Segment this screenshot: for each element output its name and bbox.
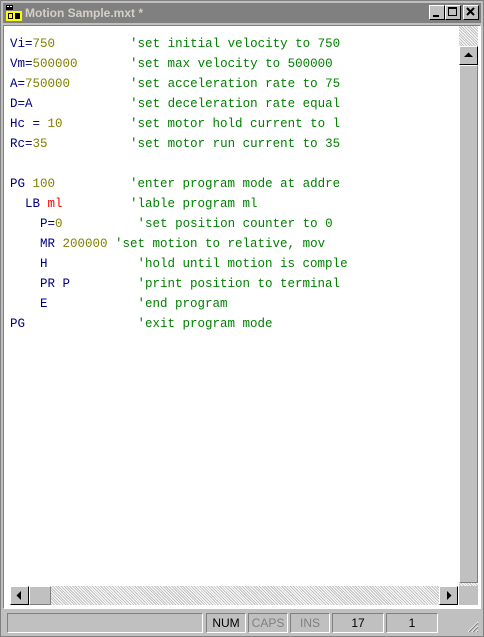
code-token-num: 35 [32, 137, 48, 151]
close-button[interactable] [463, 5, 479, 20]
num-lock-indicator: NUM [206, 613, 246, 633]
code-token-comment: 'set motor hold current to l [62, 117, 341, 131]
code-token-cmd: PG [10, 317, 26, 331]
line-number: 17 [332, 613, 384, 633]
editor-window: Motion Sample.mxt * Vi=750 'set initial … [0, 0, 484, 637]
arrow-up-icon [464, 52, 473, 57]
code-token-cmd: = [17, 77, 26, 91]
scroll-right-button[interactable] [439, 586, 458, 605]
code-token-comment: 'lable program ml [62, 197, 258, 211]
code-token-cmd: A [25, 97, 33, 111]
code-token-cmd: E [10, 297, 48, 311]
scroll-up-button[interactable] [459, 46, 478, 65]
code-token-comment: 'set acceleration rate to 75 [70, 77, 341, 91]
maximize-icon [448, 7, 457, 16]
code-token-comment: 'set motion to relative, mov [107, 237, 326, 251]
minimize-icon [433, 15, 439, 17]
code-line[interactable]: A=750000 'set acceleration rate to 75 [10, 74, 458, 94]
code-token-cmd: PR P [10, 277, 71, 291]
arrow-right-icon [447, 591, 452, 600]
scrollbar-corner [459, 586, 478, 605]
code-token-cmd: A [10, 77, 18, 91]
title-bar[interactable]: Motion Sample.mxt * [3, 3, 481, 23]
status-message-panel [7, 613, 203, 633]
code-token-cmd: PG [10, 177, 33, 191]
code-line[interactable]: PR P 'print position to terminal [10, 274, 458, 294]
code-line[interactable]: E 'end program [10, 294, 458, 314]
code-token-num: 500000 [32, 57, 78, 71]
code-line[interactable]: PG 'exit program mode [10, 314, 458, 334]
code-token-comment: 'set deceleration rate equal [32, 97, 341, 111]
horizontal-scroll-thumb[interactable] [29, 586, 51, 605]
code-token-comment: 'set motor run current to 35 [47, 137, 341, 151]
code-token-cmd: = [25, 137, 33, 151]
code-token-label: ml [47, 197, 63, 211]
code-line[interactable]: D=A 'set deceleration rate equal [10, 94, 458, 114]
code-token-comment: 'set initial velocity to 750 [55, 37, 341, 51]
code-token-cmd: = [17, 97, 26, 111]
code-token-cmd: P [10, 217, 48, 231]
code-line[interactable]: LB ml 'lable program ml [10, 194, 458, 214]
code-token-num: 750000 [25, 77, 71, 91]
resize-grip-icon[interactable] [465, 619, 479, 633]
code-token-cmd: Vm [10, 57, 26, 71]
mxt-file-icon[interactable] [6, 5, 22, 21]
code-line[interactable]: Vm=500000 'set max velocity to 500000 [10, 54, 458, 74]
maximize-button[interactable] [445, 5, 461, 20]
close-icon [466, 7, 475, 16]
vertical-scrollbar[interactable] [459, 26, 478, 586]
code-token-num: 0 [55, 217, 63, 231]
minimize-button[interactable] [429, 5, 445, 20]
code-token-cmd: Rc [10, 137, 26, 151]
code-token-cmd: = [47, 217, 56, 231]
code-token-comment: 'enter program mode at addre [55, 177, 341, 191]
editor-frame: Vi=750 'set initial velocity to 750 Vm=50… [3, 25, 481, 609]
code-token-num: 100 [32, 177, 56, 191]
code-line[interactable]: PG 100 'enter program mode at addre [10, 174, 458, 194]
code-token-cmd: = [25, 37, 33, 51]
code-token-cmd: Vi [10, 37, 26, 51]
code-token-cmd: = [25, 57, 33, 71]
vertical-scroll-thumb[interactable] [459, 65, 478, 583]
status-bar: NUM CAPS INS 17 1 [3, 611, 481, 635]
insert-mode-indicator: INS [290, 613, 330, 633]
caps-lock-indicator: CAPS [248, 613, 288, 633]
code-token-comment: 'set max velocity to 500000 [77, 57, 333, 71]
code-line[interactable]: Hc = 10 'set motor hold current to l [10, 114, 458, 134]
code-token-comment: 'exit program mode [25, 317, 273, 331]
code-token-num: 200000 [62, 237, 108, 251]
code-line[interactable] [10, 154, 458, 174]
code-line[interactable]: H 'hold until motion is comple [10, 254, 458, 274]
code-token-cmd: Hc = [10, 117, 48, 131]
code-token-comment: 'set position counter to 0 [62, 217, 333, 231]
code-token-cmd: MR [10, 237, 63, 251]
arrow-left-icon [16, 591, 21, 600]
code-token-comment: 'print position to terminal [70, 277, 341, 291]
code-token-num: 10 [47, 117, 63, 131]
scroll-left-button[interactable] [10, 586, 29, 605]
code-line[interactable]: Rc=35 'set motor run current to 35 [10, 134, 458, 154]
window-title: Motion Sample.mxt * [25, 6, 144, 20]
code-token-comment: 'end program [47, 297, 228, 311]
code-line[interactable]: Vi=750 'set initial velocity to 750 [10, 34, 458, 54]
code-token-cmd: LB [10, 197, 48, 211]
code-editor[interactable]: Vi=750 'set initial velocity to 750 Vm=50… [10, 34, 458, 594]
code-line[interactable]: P=0 'set position counter to 0 [10, 214, 458, 234]
code-token-cmd: D [10, 97, 18, 111]
column-number: 1 [386, 613, 438, 633]
horizontal-scrollbar[interactable] [10, 586, 458, 605]
code-token-cmd: H [10, 257, 48, 271]
code-line[interactable]: MR 200000 'set motion to relative, mov [10, 234, 458, 254]
code-token-num: 750 [32, 37, 56, 51]
code-token-comment: 'hold until motion is comple [47, 257, 348, 271]
